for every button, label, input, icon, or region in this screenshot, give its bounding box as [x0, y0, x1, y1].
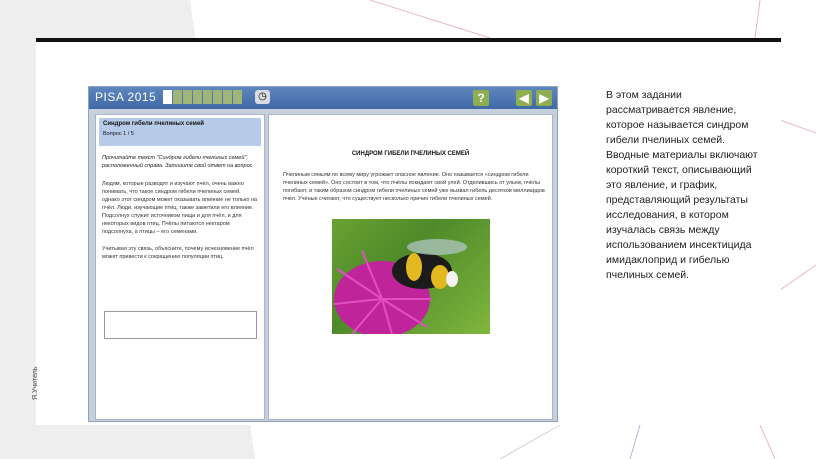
- pisa-window: PISA 2015 ◷ ? ◀ ▶ Синдром гибели пчелины…: [88, 86, 558, 422]
- progress-segment: [203, 90, 212, 104]
- side-watermark-label: Я.Учитель: [32, 366, 39, 400]
- next-button[interactable]: ▶: [536, 90, 552, 106]
- bee-on-flower-image: [332, 219, 490, 334]
- pisa-title: PISA 2015: [95, 90, 157, 104]
- progress-segment: [233, 90, 242, 104]
- answer-input[interactable]: [104, 311, 257, 339]
- progress-bar: [163, 90, 242, 104]
- question-title: Синдром гибели пчелиных семей: [103, 121, 204, 127]
- progress-segment: [193, 90, 202, 104]
- progress-segment: [223, 90, 232, 104]
- pisa-header: PISA 2015 ◷ ? ◀ ▶: [89, 87, 557, 109]
- clock-icon[interactable]: ◷: [255, 90, 270, 104]
- help-button[interactable]: ?: [473, 90, 489, 106]
- progress-segment: [183, 90, 192, 104]
- slide-top-rule: [36, 38, 781, 42]
- progress-segment-current: [163, 90, 172, 104]
- stimulus-panel: СИНДРОМ ГИБЕЛИ ПЧЕЛИНЫХ СЕМЕЙ Пчелиным с…: [268, 114, 553, 420]
- question-panel: Синдром гибели пчелиных семей Вопрос 1 /…: [95, 114, 265, 420]
- stimulus-text: Пчелиным семьям по всему миру угрожает о…: [283, 172, 545, 202]
- stimulus-title: СИНДРОМ ГИБЕЛИ ПЧЕЛИНЫХ СЕМЕЙ: [351, 151, 470, 157]
- prev-button[interactable]: ◀: [516, 90, 532, 106]
- question-instruction: Прочитайте текст "Синдром гибели пчелины…: [102, 155, 254, 169]
- question-intro: Людям, которые разводят и изучают пчёл, …: [102, 181, 258, 235]
- progress-segment: [213, 90, 222, 104]
- slide-description: В этом задании рассматривается явление, …: [606, 89, 758, 281]
- question-number: Вопрос 1 / 5: [103, 131, 134, 137]
- question-header: Синдром гибели пчелиных семей Вопрос 1 /…: [99, 118, 261, 146]
- progress-segment: [173, 90, 182, 104]
- question-prompt: Учитывая эту связь, объясните, почему ис…: [102, 246, 254, 260]
